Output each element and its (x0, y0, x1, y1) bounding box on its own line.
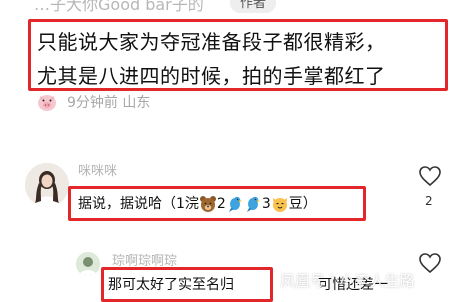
comment-text-part: 2 (216, 196, 226, 212)
comment-text-part: 3 (261, 196, 271, 212)
comment-text-part: 据说，据说哈（1浣 (78, 196, 199, 212)
person-avatar-icon (25, 163, 69, 207)
bear-emoji-icon (199, 196, 216, 212)
comment-text-part: 豆） (288, 196, 317, 212)
like-count: 2 (425, 194, 433, 208)
person-avatar-icon (76, 252, 100, 276)
watermark: 凤凰号 | 小李人生路 (280, 272, 415, 290)
comment-text: 那可太好了实至名归 (108, 277, 234, 293)
comment-text: 据说，据说哈（1浣 2 3 豆） (78, 193, 317, 213)
parrot-emoji-icon (246, 196, 260, 212)
comment-time-location: 9分钟前 山东 (67, 95, 151, 111)
parrot-emoji-icon (228, 196, 242, 212)
avatar[interactable] (25, 163, 69, 207)
like-heart-icon[interactable] (418, 252, 442, 274)
comment-username[interactable]: 咪咪咪 (78, 160, 117, 179)
partial-username: …子大你Good bar子的 (34, 0, 204, 14)
cat-emoji-icon (272, 198, 287, 212)
pig-emoji-icon (38, 95, 56, 111)
avatar[interactable] (76, 252, 100, 276)
author-badge: 作者 (230, 0, 277, 13)
like-heart-icon[interactable] (418, 165, 442, 187)
main-comment-line-1: 只能说大家为夺冠准备段子都很精彩， (37, 30, 386, 54)
main-comment-line-2: 尤其是八进四的时候，拍的手掌都红了 (37, 64, 386, 88)
